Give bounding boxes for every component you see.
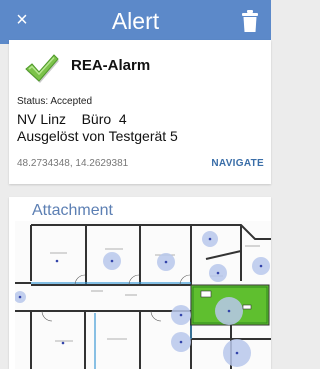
attachment-title: Attachment [32,202,113,219]
trigger-line: Ausgelöst von Testgerät 5 [17,128,178,144]
alarm-card: REA-Alarm Status: Accepted NV Linz Büro … [9,40,271,184]
floor-plan-image[interactable] [15,221,271,369]
coordinates-text: 48.2734348, 14.2629381 [17,158,129,169]
trash-icon[interactable] [240,9,260,33]
attachment-card: Attachment [9,197,271,369]
location-line: NV Linz Büro 4 [17,111,127,127]
page-title: Alert [111,8,160,34]
checkmark-icon [25,54,59,83]
app-bar: × Alert [0,0,271,44]
navigate-button[interactable]: NAVIGATE [211,158,264,169]
status-text: Status: Accepted [17,96,93,107]
alarm-title: REA-Alarm [71,57,151,74]
